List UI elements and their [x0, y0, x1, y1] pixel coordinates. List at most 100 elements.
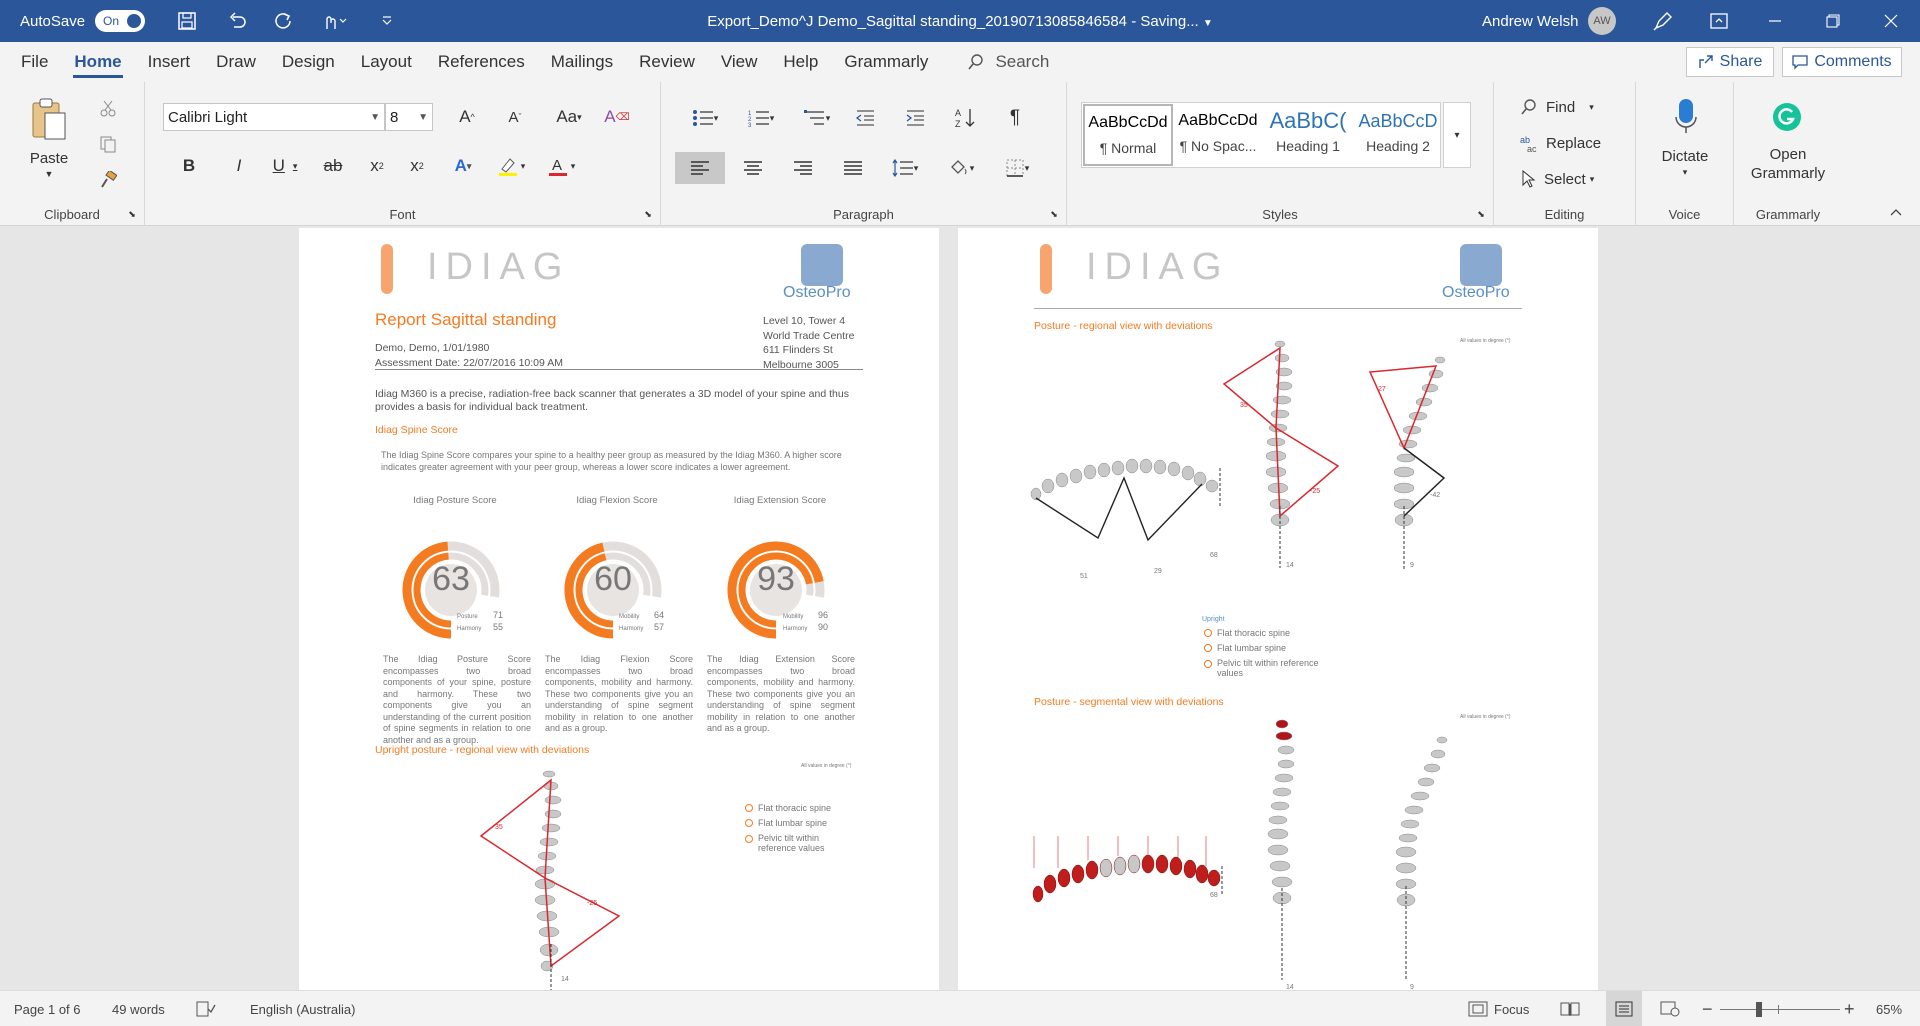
close-icon[interactable] — [1868, 0, 1914, 42]
bold-icon[interactable]: B — [175, 152, 203, 180]
document-area[interactable]: IDIAG OsteoPro Report Sagittal standing … — [0, 226, 1920, 990]
tab-mailings[interactable]: Mailings — [538, 42, 626, 82]
page-2[interactable]: IDIAG OsteoPro Posture - regional view w… — [958, 228, 1598, 990]
customize-qat-icon[interactable] — [367, 0, 407, 42]
paste-icon[interactable] — [24, 94, 74, 144]
borders-icon[interactable]: ▾ — [995, 152, 1039, 184]
cut-icon[interactable] — [96, 96, 120, 120]
tab-view[interactable]: View — [708, 42, 771, 82]
shading-icon[interactable]: ▾ — [939, 152, 983, 184]
line-spacing-icon[interactable]: ▾ — [883, 152, 927, 184]
word-count[interactable]: 49 words — [112, 991, 165, 1026]
print-layout-icon[interactable] — [1606, 991, 1642, 1026]
save-icon[interactable] — [167, 0, 207, 42]
pen-icon[interactable] — [1640, 0, 1686, 42]
dialog-launcher-icon[interactable]: ⬊ — [126, 208, 138, 220]
tab-references[interactable]: References — [425, 42, 538, 82]
address-block: Level 10, Tower 4 World Trade Centre 611… — [763, 314, 854, 372]
dictate-label[interactable]: Dictate — [1640, 146, 1730, 166]
zoom-level[interactable]: 65% — [1876, 991, 1902, 1026]
increase-indent-icon[interactable] — [901, 104, 929, 132]
replace-button[interactable]: ab ac Replace — [1520, 130, 1630, 156]
format-painter-icon[interactable] — [96, 168, 120, 192]
share-button[interactable]: Share — [1686, 47, 1774, 77]
restore-icon[interactable] — [1810, 0, 1856, 42]
change-case-icon[interactable]: Aa ▾ — [551, 103, 587, 131]
style-no-spacing[interactable]: AaBbCcDd ¶ No Spac... — [1173, 104, 1263, 166]
open-grammarly-label[interactable]: Open Grammarly — [1738, 144, 1838, 184]
undo-icon[interactable] — [217, 0, 257, 42]
grow-font-icon[interactable]: A ^ — [453, 103, 481, 131]
user-name[interactable]: Andrew Welsh — [1482, 13, 1578, 30]
paste-label[interactable]: Paste — [14, 148, 84, 168]
text-effects-icon[interactable]: A ▾ — [443, 152, 483, 180]
tab-help[interactable]: Help — [770, 42, 831, 82]
web-layout-icon[interactable] — [1660, 991, 1680, 1026]
font-size-select[interactable]: 8 ▼ — [385, 103, 433, 131]
microphone-icon[interactable] — [1666, 94, 1706, 138]
zoom-thumb[interactable] — [1756, 1001, 1762, 1017]
shrink-font-icon[interactable]: Aˇ — [501, 103, 529, 131]
avatar[interactable]: AW — [1588, 7, 1616, 35]
touch-mode-icon[interactable] — [309, 0, 359, 42]
style-normal[interactable]: AaBbCcDd ¶ Normal — [1083, 104, 1173, 166]
copy-icon[interactable] — [96, 132, 120, 156]
align-center-icon[interactable] — [735, 152, 771, 184]
font-color-icon[interactable]: A ▾ — [539, 152, 583, 180]
zoom-slider[interactable] — [1720, 991, 1840, 1026]
find-button[interactable]: Find ▾ — [1520, 94, 1620, 120]
tab-draw[interactable]: Draw — [203, 42, 269, 82]
document-title[interactable]: Export_Demo^J Demo_Sagittal standing_201… — [620, 13, 1300, 30]
superscript-icon[interactable]: x2 — [403, 152, 431, 180]
page-count[interactable]: Page 1 of 6 — [14, 991, 81, 1026]
sub-label: Harmony — [783, 626, 808, 632]
font-name-select[interactable]: Calibri Light ▼ — [163, 103, 385, 131]
numbering-icon[interactable]: 1 2 3 ▾ — [739, 104, 783, 132]
minimize-icon[interactable] — [1752, 0, 1798, 42]
decrease-indent-icon[interactable] — [851, 104, 879, 132]
select-button[interactable]: Select ▾ — [1520, 166, 1630, 192]
tab-file[interactable]: File — [8, 42, 61, 82]
dialog-launcher-icon[interactable]: ⬊ — [1475, 208, 1487, 220]
zoom-out-icon[interactable]: − — [1702, 991, 1713, 1026]
underline-icon[interactable]: U ▾ — [267, 152, 303, 180]
page-1[interactable]: IDIAG OsteoPro Report Sagittal standing … — [299, 228, 939, 990]
tab-design[interactable]: Design — [269, 42, 348, 82]
subscript-icon[interactable]: x2 — [363, 152, 391, 180]
highlight-icon[interactable]: ▾ — [489, 152, 533, 180]
align-right-icon[interactable] — [785, 152, 821, 184]
grammarly-icon[interactable] — [1766, 96, 1808, 138]
sort-icon[interactable]: AZ — [951, 104, 979, 132]
tab-review[interactable]: Review — [626, 42, 708, 82]
strikethrough-icon[interactable]: ab — [315, 152, 351, 180]
search-box[interactable]: Search — [967, 52, 1049, 72]
language[interactable]: English (Australia) — [250, 991, 356, 1026]
bullets-icon[interactable]: ▾ — [683, 104, 727, 132]
justify-icon[interactable] — [835, 152, 871, 184]
autosave-toggle[interactable]: On — [95, 10, 146, 32]
multilevel-list-icon[interactable]: ▾ — [795, 104, 839, 132]
italic-icon[interactable]: I — [225, 152, 253, 180]
zoom-in-icon[interactable]: + — [1844, 991, 1855, 1026]
proofing-icon[interactable] — [196, 991, 216, 1026]
show-formatting-marks-icon[interactable]: ¶ — [1001, 104, 1029, 132]
chevron-down-icon[interactable]: ▾ — [1676, 166, 1694, 178]
read-mode-icon[interactable] — [1560, 991, 1580, 1026]
tab-layout[interactable]: Layout — [348, 42, 425, 82]
chevron-down-icon[interactable]: ▼ — [40, 168, 58, 180]
tab-grammarly[interactable]: Grammarly — [831, 42, 941, 82]
style-heading-1[interactable]: AaBbC( Heading 1 — [1263, 104, 1353, 166]
focus-button[interactable]: Focus — [1468, 991, 1529, 1026]
ribbon-display-icon[interactable] — [1696, 0, 1742, 42]
align-left-icon[interactable] — [675, 152, 725, 184]
dialog-launcher-icon[interactable]: ⬊ — [1048, 208, 1060, 220]
tab-home[interactable]: Home — [61, 42, 134, 82]
redo-icon[interactable] — [263, 0, 303, 42]
style-heading-2[interactable]: AaBbCcD Heading 2 — [1353, 104, 1443, 166]
collapse-ribbon-icon[interactable] — [1884, 202, 1908, 222]
dialog-launcher-icon[interactable]: ⬊ — [642, 208, 654, 220]
clear-formatting-icon[interactable]: A ⌫ — [603, 103, 631, 131]
tab-insert[interactable]: Insert — [135, 42, 204, 82]
comments-button[interactable]: Comments — [1782, 47, 1902, 77]
styles-more-icon[interactable]: ▾ — [1443, 102, 1471, 168]
